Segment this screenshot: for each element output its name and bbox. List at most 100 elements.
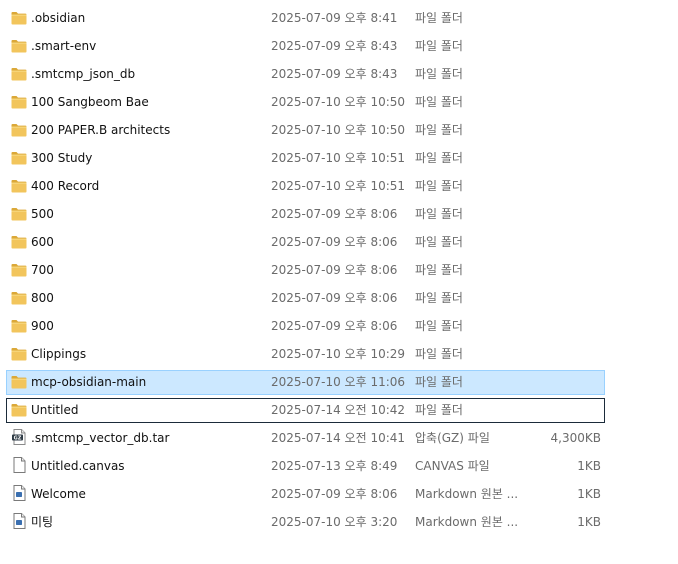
file-name: .smtcmp_vector_db.tar	[31, 431, 170, 445]
folder-icon	[11, 11, 27, 25]
file-size: 1KB	[577, 487, 601, 501]
file-type: 압축(GZ) 파일	[415, 431, 490, 445]
file-modified-date: 2025-07-10 오후 10:29	[271, 347, 406, 361]
file-type: 파일 폴더	[415, 375, 463, 389]
file-modified-date: 2025-07-10 오후 10:50	[271, 95, 406, 109]
file-row[interactable]: Welcome 2025-07-09 오후 8:06 Markdown 원본 ...…	[0, 481, 678, 509]
file-modified-date: 2025-07-09 오후 8:43	[271, 39, 398, 53]
file-modified-date: 2025-07-10 오후 10:51	[271, 151, 406, 165]
file-type: 파일 폴더	[415, 403, 463, 417]
file-modified-date: 2025-07-09 오후 8:06	[271, 263, 398, 277]
file-modified-date: 2025-07-10 오후 10:50	[271, 123, 406, 137]
file-row[interactable]: 300 Study 2025-07-10 오후 10:51 파일 폴더	[0, 145, 678, 173]
file-row[interactable]: 600 2025-07-09 오후 8:06 파일 폴더	[0, 229, 678, 257]
folder-icon	[11, 235, 27, 249]
file-row[interactable]: GZ .smtcmp_vector_db.tar 2025-07-14 오전 10:…	[0, 425, 678, 453]
file-modified-date: 2025-07-10 오후 11:06	[271, 375, 406, 389]
file-row[interactable]: 700 2025-07-09 오후 8:06 파일 폴더	[0, 257, 678, 285]
file-name: 700	[31, 263, 54, 277]
file-name: .obsidian	[31, 11, 86, 25]
svg-text:GZ: GZ	[14, 435, 22, 441]
file-name: .smart-env	[31, 39, 97, 53]
file-type: 파일 폴더	[415, 11, 463, 25]
blank-file-icon	[11, 457, 27, 473]
file-type: 파일 폴더	[415, 319, 463, 333]
file-name: Clippings	[31, 347, 87, 361]
file-row[interactable]: 200 PAPER.B architects 2025-07-10 오후 10:5…	[0, 117, 678, 145]
file-modified-date: 2025-07-09 오후 8:06	[271, 207, 398, 221]
file-name: 600	[31, 235, 54, 249]
folder-icon	[11, 263, 27, 277]
file-size: 4,300KB	[550, 431, 601, 445]
file-type: 파일 폴더	[415, 235, 463, 249]
file-row[interactable]: 400 Record 2025-07-10 오후 10:51 파일 폴더	[0, 173, 678, 201]
file-name: 미팅	[31, 515, 54, 529]
folder-icon	[11, 207, 27, 221]
file-type: CANVAS 파일	[415, 459, 490, 473]
file-row[interactable]: Clippings 2025-07-10 오후 10:29 파일 폴더	[0, 341, 678, 369]
file-row[interactable]: .smart-env 2025-07-09 오후 8:43 파일 폴더	[0, 33, 678, 61]
file-type: 파일 폴더	[415, 151, 463, 165]
markdown-file-icon	[11, 513, 27, 529]
folder-icon	[11, 67, 27, 81]
file-name: Untitled	[31, 403, 79, 417]
folder-icon	[11, 123, 27, 137]
file-row[interactable]: Untitled 2025-07-14 오전 10:42 파일 폴더	[0, 397, 678, 425]
file-list: .obsidian 2025-07-09 오후 8:41 파일 폴더 .smart-e…	[0, 5, 678, 537]
file-name: .smtcmp_json_db	[31, 67, 136, 81]
folder-icon	[11, 179, 27, 193]
file-name: 100 Sangbeom Bae	[31, 95, 149, 109]
folder-icon	[11, 403, 27, 417]
file-modified-date: 2025-07-09 오후 8:06	[271, 235, 398, 249]
file-row[interactable]: 500 2025-07-09 오후 8:06 파일 폴더	[0, 201, 678, 229]
file-row[interactable]: 미팅 2025-07-10 오후 3:20 Markdown 원본 ... 1KB	[0, 509, 678, 537]
file-modified-date: 2025-07-14 오전 10:42	[271, 403, 406, 417]
file-modified-date: 2025-07-09 오후 8:06	[271, 319, 398, 333]
folder-icon	[11, 319, 27, 333]
folder-icon	[11, 347, 27, 361]
file-type: 파일 폴더	[415, 263, 463, 277]
file-name: 800	[31, 291, 54, 305]
file-name: 900	[31, 319, 54, 333]
file-row[interactable]: Untitled.canvas 2025-07-13 오후 8:49 CANVAS …	[0, 453, 678, 481]
file-name: Untitled.canvas	[31, 459, 125, 473]
file-type: 파일 폴더	[415, 67, 463, 81]
file-type: Markdown 원본 ...	[415, 515, 519, 529]
folder-icon	[11, 291, 27, 305]
file-type: 파일 폴더	[415, 95, 463, 109]
file-modified-date: 2025-07-10 오후 3:20	[271, 515, 398, 529]
file-modified-date: 2025-07-14 오전 10:41	[271, 431, 406, 445]
file-modified-date: 2025-07-09 오후 8:41	[271, 11, 398, 25]
file-row[interactable]: mcp-obsidian-main 2025-07-10 오후 11:06 파일 폴…	[0, 369, 678, 397]
file-row[interactable]: 100 Sangbeom Bae 2025-07-10 오후 10:50 파일 폴더	[0, 89, 678, 117]
file-type: Markdown 원본 ...	[415, 487, 519, 501]
gz-archive-icon: GZ	[11, 429, 27, 445]
file-name: Welcome	[31, 487, 86, 501]
folder-icon	[11, 39, 27, 53]
file-modified-date: 2025-07-13 오후 8:49	[271, 459, 398, 473]
file-row[interactable]: 800 2025-07-09 오후 8:06 파일 폴더	[0, 285, 678, 313]
folder-icon	[11, 151, 27, 165]
file-type: 파일 폴더	[415, 347, 463, 361]
file-type: 파일 폴더	[415, 123, 463, 137]
file-modified-date: 2025-07-10 오후 10:51	[271, 179, 406, 193]
file-modified-date: 2025-07-09 오후 8:06	[271, 291, 398, 305]
file-row[interactable]: .obsidian 2025-07-09 오후 8:41 파일 폴더	[0, 5, 678, 33]
file-type: 파일 폴더	[415, 179, 463, 193]
file-row[interactable]: 900 2025-07-09 오후 8:06 파일 폴더	[0, 313, 678, 341]
file-name: mcp-obsidian-main	[31, 375, 147, 389]
file-size: 1KB	[577, 459, 601, 473]
markdown-file-icon	[11, 485, 27, 501]
file-name: 200 PAPER.B architects	[31, 123, 171, 137]
file-name: 300 Study	[31, 151, 93, 165]
folder-icon	[11, 375, 27, 389]
file-modified-date: 2025-07-09 오후 8:06	[271, 487, 398, 501]
file-type: 파일 폴더	[415, 207, 463, 221]
file-row[interactable]: .smtcmp_json_db 2025-07-09 오후 8:43 파일 폴더	[0, 61, 678, 89]
file-name: 500	[31, 207, 54, 221]
folder-icon	[11, 95, 27, 109]
file-type: 파일 폴더	[415, 39, 463, 53]
file-modified-date: 2025-07-09 오후 8:43	[271, 67, 398, 81]
file-type: 파일 폴더	[415, 291, 463, 305]
file-name: 400 Record	[31, 179, 100, 193]
